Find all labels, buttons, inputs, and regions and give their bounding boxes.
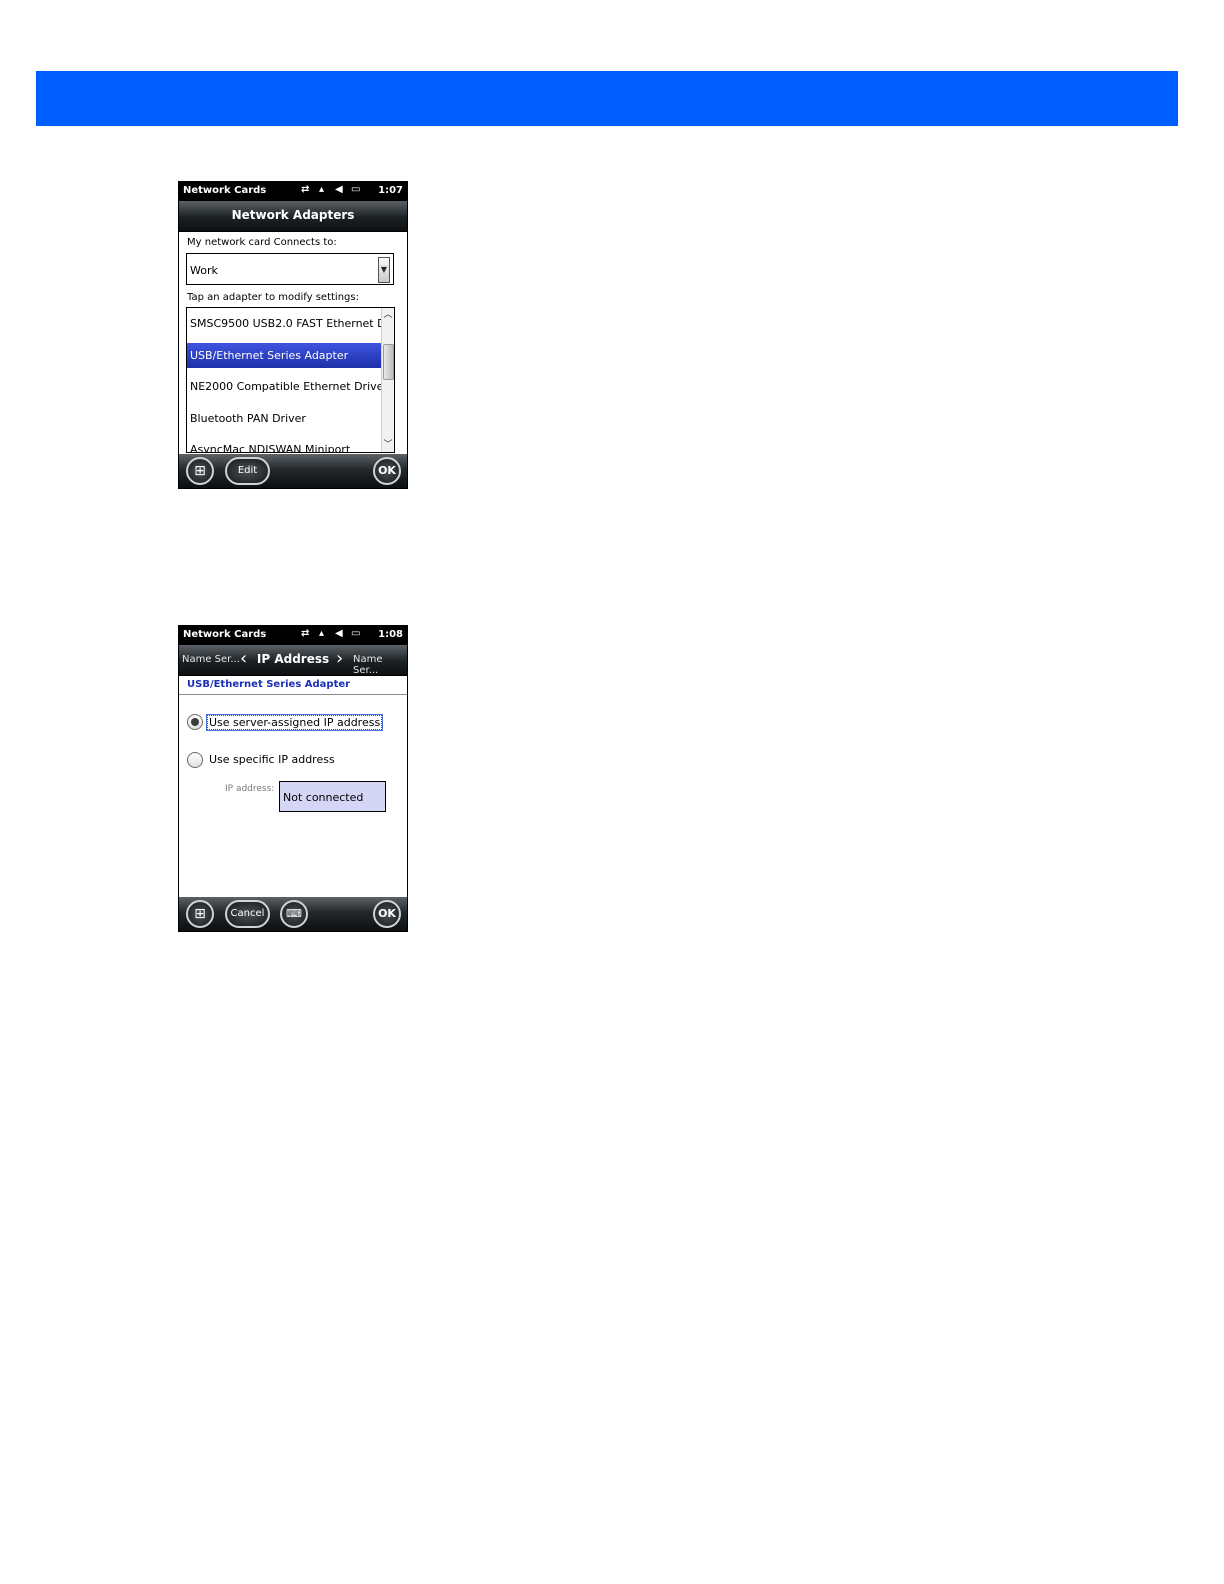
ip-address-label: IP address: <box>225 784 275 794</box>
ok-button[interactable]: OK <box>373 900 401 928</box>
ip-address-field[interactable]: Not connected <box>279 781 386 812</box>
list-item[interactable]: Bluetooth PAN Driver <box>187 406 384 431</box>
battery-icon[interactable]: ▭ <box>351 184 360 195</box>
list-item[interactable]: SMSC9500 USB2.0 FAST Ethernet Driver <box>187 311 384 336</box>
scroll-thumb[interactable] <box>383 344 394 380</box>
list-item-selected[interactable]: USB/Ethernet Series Adapter <box>187 343 384 368</box>
bottom-bar: ⊞ Edit OK <box>179 454 407 488</box>
title-header: Network Adapters <box>179 201 407 232</box>
radio-server-assigned[interactable] <box>187 714 203 730</box>
cancel-button[interactable]: Cancel <box>225 900 270 928</box>
windows-start-icon[interactable]: ⊞ <box>186 900 214 928</box>
ip-address-value: Not connected <box>283 791 364 804</box>
status-title: Network Cards <box>183 185 267 196</box>
status-title: Network Cards <box>183 629 267 640</box>
status-bar: Network Cards ⇄ ▴ ◀ ▭ 1:08 <box>179 626 407 645</box>
ok-button[interactable]: OK <box>373 457 401 485</box>
clock[interactable]: 1:08 <box>378 629 403 640</box>
ip-address-screen: Network Cards ⇄ ▴ ◀ ▭ 1:08 Name Ser... ‹… <box>178 625 408 932</box>
list-item[interactable]: NE2000 Compatible Ethernet Driver <box>187 374 384 399</box>
battery-icon[interactable]: ▭ <box>351 628 360 639</box>
page-banner <box>36 71 1178 126</box>
edit-button[interactable]: Edit <box>225 457 270 485</box>
network-adapters-screen: Network Cards ⇄ ▴ ◀ ▭ 1:07 Network Adapt… <box>178 181 408 489</box>
tap-adapter-label: Tap an adapter to modify settings: <box>187 292 359 303</box>
bottom-bar: ⊞ Cancel ⌨ OK <box>179 897 407 931</box>
status-bar: Network Cards ⇄ ▴ ◀ ▭ 1:07 <box>179 182 407 201</box>
keyboard-icon[interactable]: ⌨ <box>280 900 308 928</box>
speaker-muted-icon[interactable]: ◀ <box>335 628 343 639</box>
chevron-down-icon[interactable]: ▼ <box>378 257 390 283</box>
specific-ip-label[interactable]: Use specific IP address <box>209 753 335 766</box>
radio-selected-dot <box>191 718 199 726</box>
sync-icon[interactable]: ⇄ <box>301 628 309 639</box>
adapter-title: USB/Ethernet Series Adapter <box>187 679 351 690</box>
connects-dropdown[interactable]: Work ▼ <box>186 253 394 285</box>
server-assigned-label[interactable]: Use server-assigned IP address <box>205 714 384 731</box>
sync-icon[interactable]: ⇄ <box>301 184 309 195</box>
signal-icon[interactable]: ▴ <box>319 184 324 195</box>
chevron-right-icon[interactable]: › <box>336 648 343 669</box>
speaker-muted-icon[interactable]: ◀ <box>335 184 343 195</box>
connects-label: My network card Connects to: <box>187 237 337 248</box>
radio-specific-ip[interactable] <box>187 752 203 768</box>
signal-icon[interactable]: ▴ <box>319 628 324 639</box>
connects-value: Work <box>190 264 218 277</box>
adapter-list[interactable]: SMSC9500 USB2.0 FAST Ethernet Driver USB… <box>186 307 395 453</box>
scroll-up-icon[interactable]: ︿ <box>382 308 394 322</box>
list-item[interactable]: AsyncMac NDISWAN Miniport <box>187 437 384 452</box>
tab-header: Name Ser... ‹ IP Address › Name Ser... <box>179 645 407 676</box>
clock[interactable]: 1:07 <box>378 185 403 196</box>
windows-start-icon[interactable]: ⊞ <box>186 457 214 485</box>
scrollbar[interactable]: ︿ ﹀ <box>381 308 394 452</box>
tab-name-servers-next[interactable]: Name Ser... <box>353 654 407 676</box>
page-title: Network Adapters <box>231 208 355 222</box>
scroll-down-icon[interactable]: ﹀ <box>382 438 394 452</box>
divider <box>179 694 407 695</box>
